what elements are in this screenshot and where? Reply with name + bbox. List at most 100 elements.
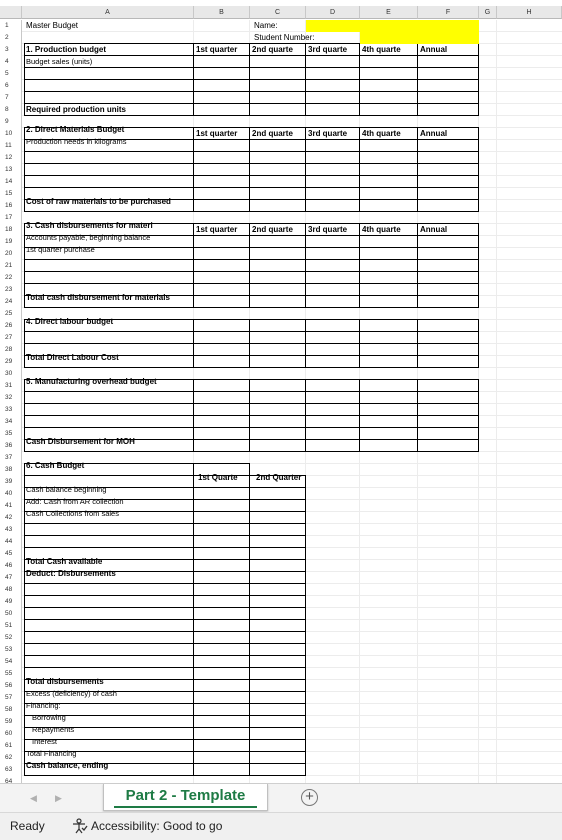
deduct-disbursements-label[interactable]: Deduct: Disbursements [24,568,194,580]
row-header[interactable]: 39 [0,476,22,488]
row-header[interactable]: 14 [0,176,22,188]
row-header[interactable]: 53 [0,644,22,656]
column-header-a[interactable]: A [22,6,194,19]
row-header[interactable]: 26 [0,320,22,332]
cost-raw-materials-label[interactable]: Cost of raw materials to be purchased [24,196,194,208]
row-header[interactable]: 24 [0,296,22,308]
row-header[interactable]: 47 [0,572,22,584]
budget-sales-label[interactable]: Budget sales (units) [24,56,194,68]
cash-budget-q1-header[interactable]: 1st Quarte [196,472,252,484]
manufacturing-overhead-title[interactable]: 5. Manufacturing overhead budget [24,376,194,388]
row-header[interactable]: 22 [0,272,22,284]
row-header[interactable]: 6 [0,80,22,92]
quarter-header[interactable]: 3rd quarte [306,128,360,140]
row-header[interactable]: 43 [0,524,22,536]
cash-budget-q2-header[interactable]: 2nd Quarter [254,472,306,484]
row-header[interactable]: 30 [0,368,22,380]
column-header-b[interactable]: B [194,6,250,19]
row-header[interactable]: 2 [0,32,22,44]
production-budget-title[interactable]: 1. Production budget [24,44,194,56]
row-header[interactable]: 58 [0,704,22,716]
row-header[interactable]: 16 [0,200,22,212]
row-header[interactable]: 49 [0,596,22,608]
row-header[interactable]: 38 [0,464,22,476]
add-sheet-icon[interactable]: + [301,789,318,806]
row-header[interactable]: 41 [0,500,22,512]
quarter-header[interactable]: 4th quarte [360,224,418,236]
required-production-label[interactable]: Required production units [24,104,194,116]
accounts-payable-label[interactable]: Accounts payable, beginning balance [24,232,194,244]
row-header[interactable]: 42 [0,512,22,524]
row-header[interactable]: 29 [0,356,22,368]
row-header[interactable]: 13 [0,164,22,176]
row-header[interactable]: 9 [0,116,22,128]
row-header[interactable]: 27 [0,332,22,344]
quarter-header[interactable]: 1st quarter [194,44,250,56]
row-header[interactable]: 51 [0,620,22,632]
row-header[interactable]: 5 [0,68,22,80]
cash-balance-ending-label[interactable]: Cash balance, ending [24,760,194,772]
cash-collections-label[interactable]: Cash Collections from sales [24,508,194,520]
row-header[interactable]: 63 [0,764,22,776]
row-header[interactable]: 62 [0,752,22,764]
first-quarter-purchase-label[interactable]: 1st quarter purchase [24,244,194,256]
quarter-header[interactable]: Annual [418,128,479,140]
row-header[interactable]: 12 [0,152,22,164]
total-cash-disbursement-label[interactable]: Total cash disbursement for materials [24,292,194,304]
column-header-g[interactable]: G [479,6,497,19]
row-header[interactable]: 46 [0,560,22,572]
total-disbursements-label[interactable]: Total disbursements [24,676,194,688]
row-header[interactable]: 15 [0,188,22,200]
quarter-header[interactable]: 3rd quarte [306,44,360,56]
row-header[interactable]: 56 [0,680,22,692]
row-header[interactable]: 44 [0,536,22,548]
cash-budget-title[interactable]: 6. Cash Budget [24,460,194,472]
row-header[interactable]: 8 [0,104,22,116]
cash-from-ar-label[interactable]: Add: Cash from AR collection [24,496,194,508]
column-header-h[interactable]: H [497,6,562,19]
row-header[interactable]: 59 [0,716,22,728]
repayments-label[interactable]: Repayments [24,724,194,736]
row-header[interactable]: 23 [0,284,22,296]
column-header-d[interactable]: D [306,6,360,19]
total-cash-available-label[interactable]: Total Cash available [24,556,194,568]
quarter-header[interactable]: 4th quarte [360,44,418,56]
scroll-right-icon[interactable]: ▶ [55,793,62,804]
quarter-header[interactable]: Annual [418,224,479,236]
row-header[interactable]: 54 [0,656,22,668]
row-header[interactable]: 50 [0,608,22,620]
borrowing-label[interactable]: Borrowing [24,712,194,724]
accessibility-status[interactable]: Accessibility: Good to go [91,819,222,833]
row-header[interactable]: 48 [0,584,22,596]
quarter-header[interactable]: 4th quarte [360,128,418,140]
direct-labour-title[interactable]: 4. Direct labour budget [24,316,194,328]
row-header[interactable]: 10 [0,128,22,140]
quarter-header[interactable]: 3rd quarte [306,224,360,236]
name-label[interactable]: Name: [252,20,306,32]
spreadsheet-grid[interactable]: ABCDEFGH 1 2 3 4 5 6 7 8 9 10 11 12 13 14 15 16 17 18 19 20… [0,0,562,783]
total-financing-label[interactable]: Total Financing [24,748,194,760]
row-header[interactable]: 57 [0,692,22,704]
quarter-header[interactable]: 2nd quarte [250,44,306,56]
select-all-corner[interactable] [0,6,22,19]
column-header-f[interactable]: F [418,6,479,19]
column-header-e[interactable]: E [360,6,418,19]
row-header[interactable]: 37 [0,452,22,464]
production-needs-label[interactable]: Production needs in kilograms [24,136,194,148]
quarter-header[interactable]: 2nd quarte [250,128,306,140]
row-header[interactable]: 45 [0,548,22,560]
cash-balance-beginning-label[interactable]: Cash balance beginning [24,484,194,496]
row-header[interactable]: 4 [0,56,22,68]
row-header[interactable]: 40 [0,488,22,500]
cash-disbursements-title[interactable]: 3. Cash disbursements for materi [24,220,194,232]
quarter-header[interactable]: 1st quarter [194,224,250,236]
row-header[interactable]: 60 [0,728,22,740]
row-header[interactable]: 34 [0,416,22,428]
accessibility-icon[interactable] [70,817,88,838]
column-header-c[interactable]: C [250,6,306,19]
row-header[interactable]: 18 [0,224,22,236]
quarter-header[interactable]: 1st quarter [194,128,250,140]
row-header[interactable]: 61 [0,740,22,752]
quarter-header[interactable]: 2nd quarte [250,224,306,236]
student-number-input-cell[interactable] [360,32,479,44]
